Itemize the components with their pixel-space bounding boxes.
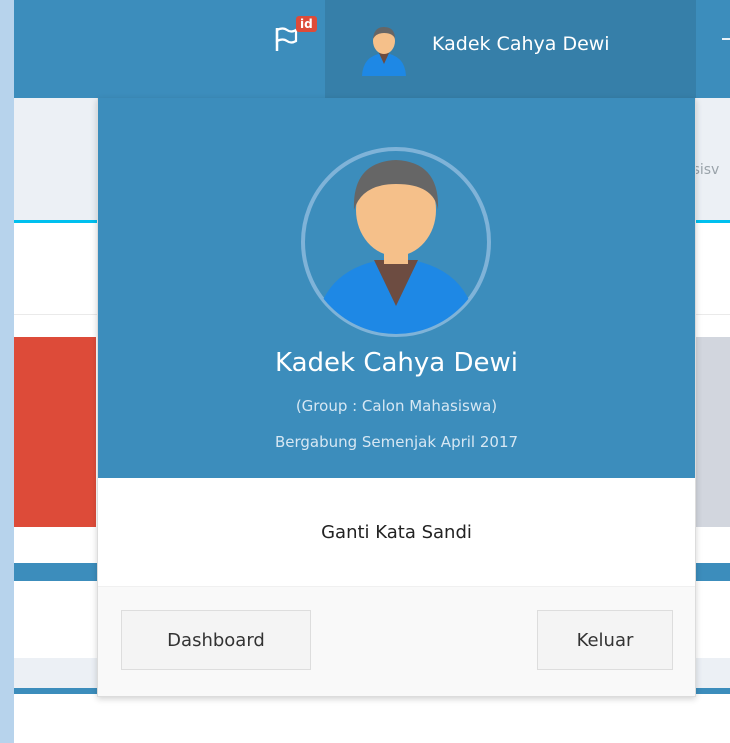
user-avatar-large-icon bbox=[301, 147, 491, 337]
language-badge: id bbox=[296, 16, 317, 32]
navbar-user-name: Kadek Cahya Dewi bbox=[432, 33, 610, 55]
gray-info-box bbox=[695, 337, 730, 527]
logout-button[interactable]: Keluar bbox=[537, 610, 673, 670]
left-edge-strip bbox=[0, 0, 14, 743]
user-menu-toggle[interactable]: Kadek Cahya Dewi bbox=[325, 0, 696, 98]
user-dropdown-menu: Kadek Cahya Dewi (Group : Calon Mahasisw… bbox=[97, 98, 696, 697]
navbar-overflow-marker bbox=[722, 38, 730, 40]
user-footer: Dashboard Keluar bbox=[98, 587, 695, 696]
user-avatar-icon bbox=[362, 27, 406, 76]
user-header: Kadek Cahya Dewi (Group : Calon Mahasisw… bbox=[98, 98, 695, 478]
language-flag-button[interactable]: id bbox=[269, 14, 319, 72]
top-navbar: id Kadek Cahya Dewi bbox=[14, 0, 730, 98]
change-password-link[interactable]: Ganti Kata Sandi bbox=[98, 522, 695, 543]
red-info-box bbox=[14, 337, 96, 527]
dashboard-button[interactable]: Dashboard bbox=[121, 610, 311, 670]
dropdown-user-group: (Group : Calon Mahasiswa) bbox=[295, 397, 498, 415]
user-body: Ganti Kata Sandi bbox=[98, 478, 695, 587]
dropdown-user-name: Kadek Cahya Dewi bbox=[274, 348, 518, 378]
dropdown-member-since: Bergabung Semenjak April 2017 bbox=[274, 433, 519, 451]
